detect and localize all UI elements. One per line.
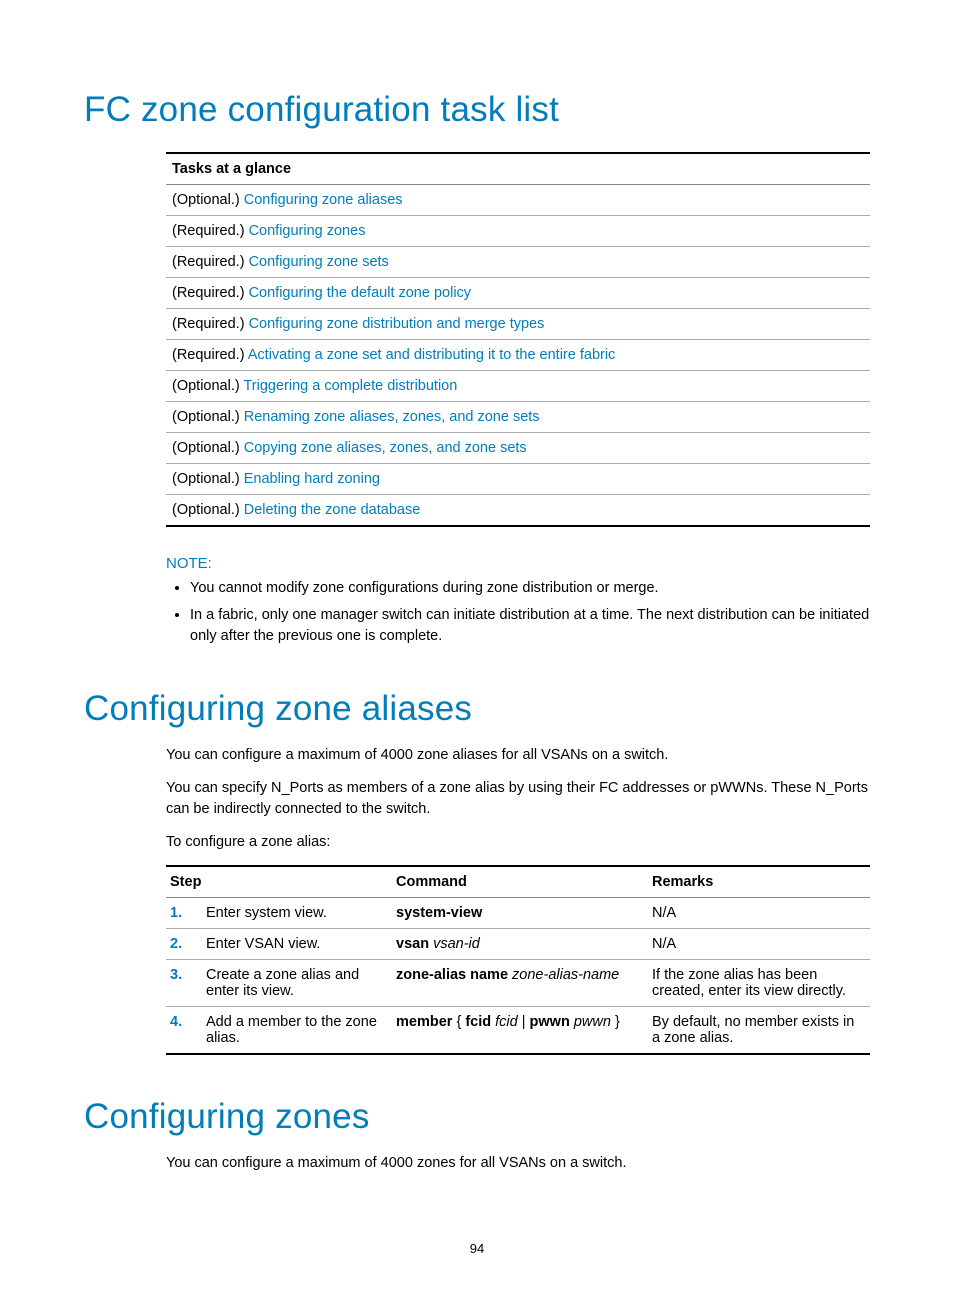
step-remarks: If the zone alias has been created, ente… — [648, 960, 870, 1007]
aliases-p1: You can configure a maximum of 4000 zone… — [166, 745, 870, 766]
step-description: Create a zone alias and enter its view. — [202, 960, 392, 1007]
task-prefix: (Optional.) — [172, 409, 244, 425]
task-row: (Required.) Configuring zone distributio… — [166, 309, 870, 340]
tasks-header: Tasks at a glance — [166, 153, 870, 185]
step-number: 4. — [166, 1007, 202, 1055]
task-row: (Optional.) Renaming zone aliases, zones… — [166, 402, 870, 433]
step-number: 1. — [166, 898, 202, 929]
step-command: system-view — [392, 898, 648, 929]
aliases-p2: You can specify N_Ports as members of a … — [166, 778, 870, 820]
task-link[interactable]: Configuring the default zone policy — [249, 285, 471, 301]
steps-header-step: Step — [166, 866, 392, 898]
task-row: (Optional.) Configuring zone aliases — [166, 185, 870, 216]
task-prefix: (Required.) — [172, 223, 249, 239]
note-item: You cannot modify zone configurations du… — [190, 578, 870, 599]
step-number: 2. — [166, 929, 202, 960]
steps-header-remarks: Remarks — [648, 866, 870, 898]
task-link[interactable]: Renaming zone aliases, zones, and zone s… — [244, 409, 540, 425]
task-link[interactable]: Deleting the zone database — [244, 502, 421, 518]
task-row: (Optional.) Enabling hard zoning — [166, 464, 870, 495]
task-row: (Required.) Configuring zone sets — [166, 247, 870, 278]
heading-task-list: FC zone configuration task list — [84, 90, 870, 130]
step-remarks: N/A — [648, 898, 870, 929]
heading-configuring-zone-aliases: Configuring zone aliases — [84, 689, 870, 729]
task-row: (Optional.) Copying zone aliases, zones,… — [166, 433, 870, 464]
task-row: (Required.) Configuring zones — [166, 216, 870, 247]
step-description: Enter system view. — [202, 898, 392, 929]
steps-header-command: Command — [392, 866, 648, 898]
task-link[interactable]: Configuring zone aliases — [244, 192, 403, 208]
task-link[interactable]: Configuring zone distribution and merge … — [249, 316, 545, 332]
task-row: (Required.) Configuring the default zone… — [166, 278, 870, 309]
task-row: (Optional.) Deleting the zone database — [166, 495, 870, 527]
heading-configuring-zones: Configuring zones — [84, 1097, 870, 1137]
task-link[interactable]: Configuring zones — [249, 223, 366, 239]
aliases-p3: To configure a zone alias: — [166, 832, 870, 853]
task-prefix: (Optional.) — [172, 192, 244, 208]
task-prefix: (Optional.) — [172, 502, 244, 518]
task-row: (Required.) Activating a zone set and di… — [166, 340, 870, 371]
task-prefix: (Required.) — [172, 254, 249, 270]
note-item: In a fabric, only one manager switch can… — [190, 605, 870, 647]
task-row: (Optional.) Triggering a complete distri… — [166, 371, 870, 402]
step-command: zone-alias name zone-alias-name — [392, 960, 648, 1007]
task-prefix: (Required.) — [172, 347, 248, 363]
task-link[interactable]: Triggering a complete distribution — [243, 378, 457, 394]
note-box: NOTE: You cannot modify zone configurati… — [166, 555, 870, 647]
step-description: Enter VSAN view. — [202, 929, 392, 960]
task-link[interactable]: Activating a zone set and distributing i… — [248, 347, 616, 363]
step-number: 3. — [166, 960, 202, 1007]
steps-table: Step Command Remarks 1.Enter system view… — [166, 865, 870, 1055]
task-prefix: (Optional.) — [172, 378, 243, 394]
task-prefix: (Optional.) — [172, 471, 244, 487]
tasks-at-a-glance-table: Tasks at a glance (Optional.) Configurin… — [166, 152, 870, 527]
step-remarks: By default, no member exists in a zone a… — [648, 1007, 870, 1055]
step-description: Add a member to the zone alias. — [202, 1007, 392, 1055]
step-command: member { fcid fcid | pwwn pwwn } — [392, 1007, 648, 1055]
page-number: 94 — [0, 1241, 954, 1256]
note-title: NOTE: — [166, 555, 870, 572]
task-prefix: (Required.) — [172, 316, 249, 332]
task-prefix: (Optional.) — [172, 440, 244, 456]
task-link[interactable]: Enabling hard zoning — [244, 471, 380, 487]
step-command: vsan vsan-id — [392, 929, 648, 960]
task-link[interactable]: Configuring zone sets — [249, 254, 389, 270]
task-prefix: (Required.) — [172, 285, 249, 301]
task-link[interactable]: Copying zone aliases, zones, and zone se… — [244, 440, 527, 456]
step-remarks: N/A — [648, 929, 870, 960]
zones-p1: You can configure a maximum of 4000 zone… — [166, 1153, 870, 1174]
